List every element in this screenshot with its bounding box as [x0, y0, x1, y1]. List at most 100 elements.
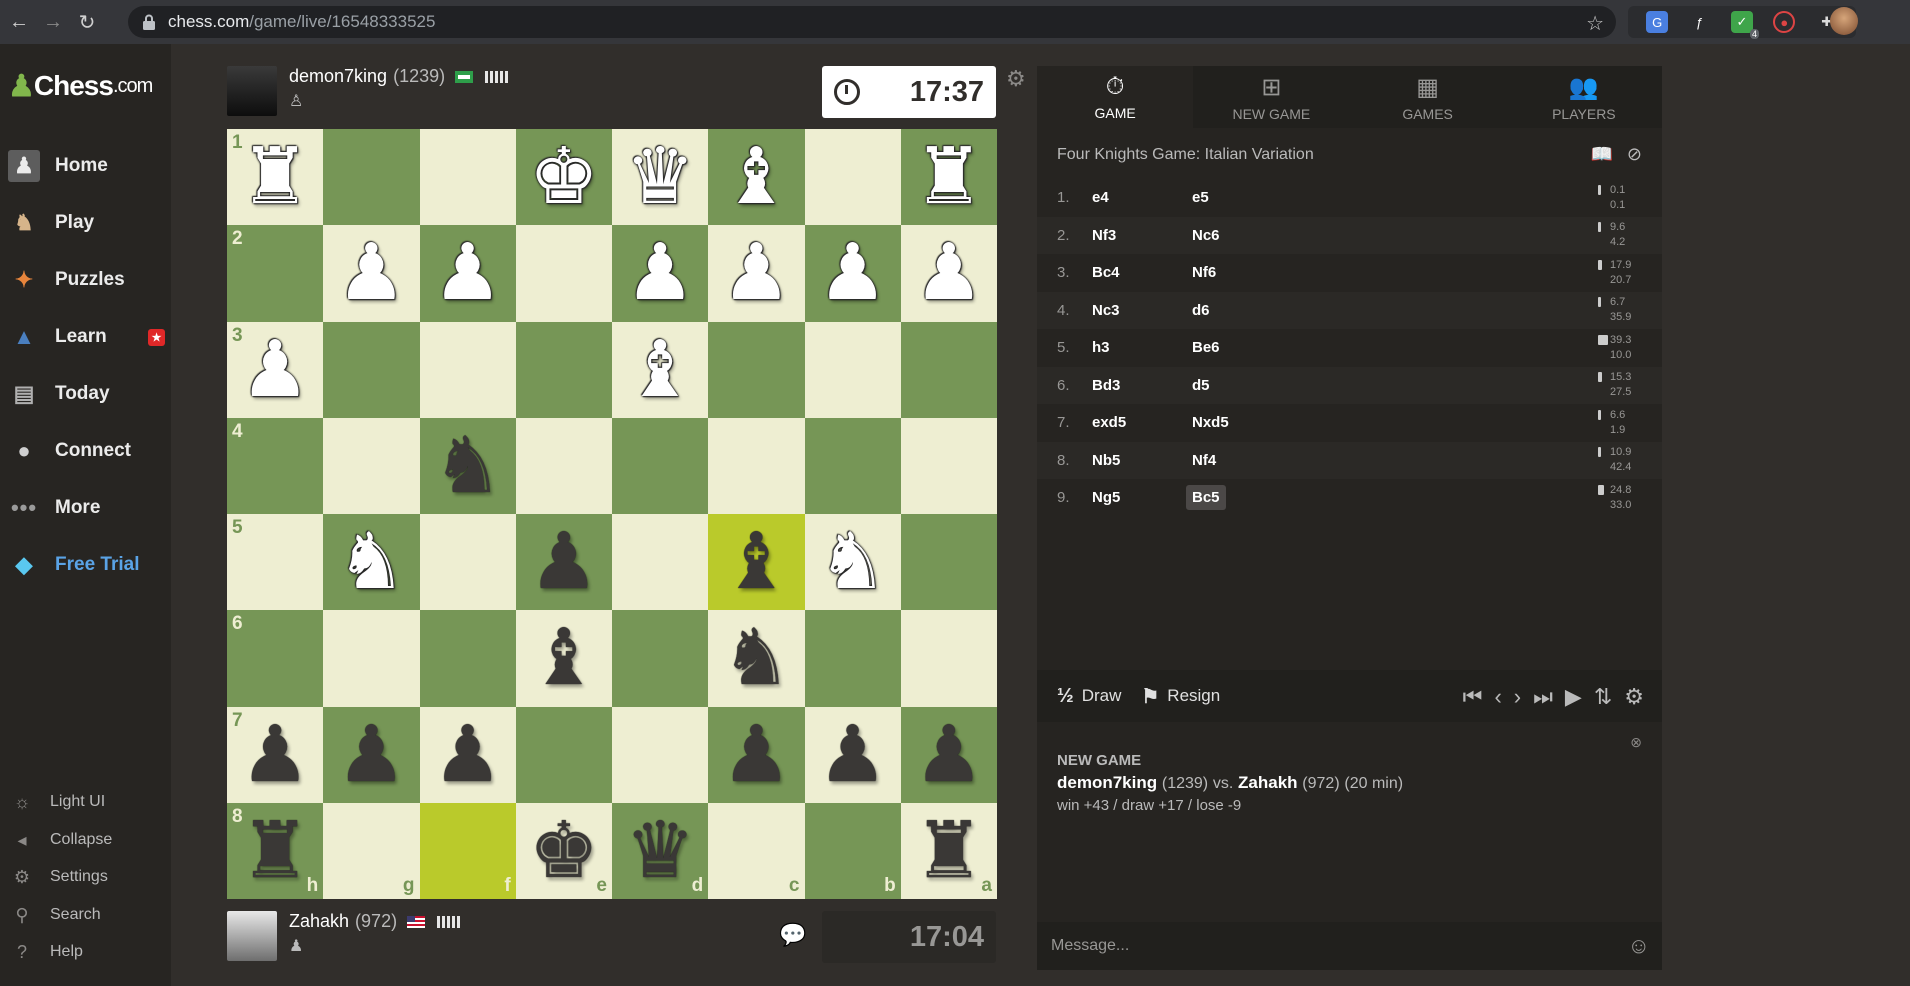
sidebar-item-today[interactable]: ▤ Today — [0, 372, 171, 416]
bottom-player-name[interactable]: Zahakh — [289, 911, 349, 932]
white-move[interactable]: e4 — [1092, 189, 1192, 206]
board-square[interactable]: ♟ — [323, 706, 420, 803]
chat-bubble-icon[interactable]: 💬 — [779, 922, 806, 948]
opening-name[interactable]: Four Knights Game: Italian Variation — [1057, 146, 1314, 164]
board-square[interactable]: ♟ — [612, 225, 709, 322]
sidebar-help[interactable]: ? Help — [0, 936, 171, 968]
board-square[interactable] — [515, 417, 612, 514]
board-square[interactable]: ♟ — [515, 514, 612, 611]
white-move[interactable]: Ng5 — [1092, 489, 1192, 506]
black-move[interactable]: d6 — [1192, 302, 1292, 319]
board-square[interactable]: f — [419, 802, 516, 899]
bottom-player-avatar[interactable] — [227, 911, 277, 961]
board-square[interactable]: ♝ — [612, 321, 709, 418]
board-square[interactable] — [515, 321, 612, 418]
board-square[interactable]: 2 — [227, 225, 324, 322]
play-icon[interactable]: ▶ — [1565, 684, 1582, 710]
last-move-icon[interactable]: ⏭ — [1533, 684, 1553, 710]
board-square[interactable] — [804, 321, 901, 418]
board-square[interactable]: 7 ♟ — [227, 706, 324, 803]
black-pawn-icon[interactable]: ♟ — [433, 716, 503, 794]
board-square[interactable] — [419, 129, 516, 226]
sidebar-item-learn[interactable]: ▲ Learn ★ — [0, 315, 171, 359]
board-square[interactable]: ♟ — [804, 706, 901, 803]
board-square[interactable] — [515, 225, 612, 322]
white-pawn-icon[interactable]: ♟ — [240, 331, 310, 409]
tab-games[interactable]: ▦ GAMES — [1350, 66, 1506, 128]
settings-gear-icon[interactable]: ⚙ — [1624, 684, 1644, 710]
first-move-icon[interactable]: ⏮ — [1463, 684, 1483, 710]
black-rook-icon[interactable]: ♜ — [914, 812, 984, 890]
board-square[interactable]: 8 h ♜ — [227, 802, 324, 899]
board-square[interactable] — [804, 610, 901, 707]
black-move[interactable]: Nf4 — [1192, 452, 1292, 469]
translate-extension-icon[interactable]: G — [1646, 11, 1669, 33]
tab-players[interactable]: 👥 PLAYERS — [1506, 66, 1662, 128]
board-square[interactable] — [419, 321, 516, 418]
black-rook-icon[interactable]: ♜ — [240, 812, 310, 890]
board-square[interactable]: ♟ — [900, 706, 997, 803]
black-move[interactable]: Nxd5 — [1192, 414, 1292, 431]
chess-com-logo[interactable]: ♟ Chess .com — [8, 66, 153, 106]
compass-icon[interactable]: ⊘ — [1627, 144, 1642, 165]
tab-game[interactable]: ⏱ GAME — [1037, 66, 1194, 128]
black-knight-icon[interactable]: ♞ — [721, 619, 791, 697]
white-pawn-icon[interactable]: ♟ — [914, 234, 984, 312]
black-pawn-icon[interactable]: ♟ — [721, 716, 791, 794]
board-square[interactable] — [323, 417, 420, 514]
board-square[interactable]: ♝ — [708, 514, 805, 611]
black-bishop-icon[interactable]: ♝ — [529, 619, 599, 697]
board-square[interactable] — [515, 706, 612, 803]
sidebar-settings[interactable]: ⚙ Settings — [0, 861, 171, 893]
board-square[interactable] — [612, 610, 709, 707]
white-rook-icon[interactable]: ♜ — [240, 138, 310, 216]
board-square[interactable] — [804, 417, 901, 514]
draw-button[interactable]: ½ Draw — [1057, 685, 1121, 708]
board-square[interactable] — [323, 610, 420, 707]
board-square[interactable]: b — [804, 802, 901, 899]
record-extension-icon[interactable]: ● — [1773, 11, 1796, 33]
board-square[interactable]: 3 ♟ — [227, 321, 324, 418]
board-square[interactable]: ♟ — [708, 225, 805, 322]
sidebar-search[interactable]: ⚲ Search — [0, 899, 171, 931]
white-rook-icon[interactable]: ♜ — [914, 138, 984, 216]
board-square[interactable]: 6 — [227, 610, 324, 707]
tab-new-game[interactable]: ⊞ NEW GAME — [1193, 66, 1349, 128]
board-square[interactable]: ♛ — [612, 129, 709, 226]
back-icon[interactable]: ← — [4, 7, 34, 37]
resign-button[interactable]: ⚑ Resign — [1141, 684, 1220, 709]
white-pawn-icon[interactable]: ♟ — [625, 234, 695, 312]
board-square[interactable]: ♟ — [323, 225, 420, 322]
sidebar-collapse[interactable]: ◂ Collapse — [0, 824, 171, 856]
board-square[interactable]: ♚ — [515, 129, 612, 226]
black-move[interactable]: Bc5 — [1186, 485, 1226, 511]
black-pawn-icon[interactable]: ♟ — [240, 716, 310, 794]
white-pawn-icon[interactable]: ♟ — [433, 234, 503, 312]
board-square[interactable]: ♟ — [900, 225, 997, 322]
black-pawn-icon[interactable]: ♟ — [529, 523, 599, 601]
board-square[interactable]: ♜ — [900, 129, 997, 226]
black-move[interactable]: Nc6 — [1192, 227, 1292, 244]
board-square[interactable]: ♟ — [804, 225, 901, 322]
board-square[interactable] — [612, 417, 709, 514]
board-square[interactable] — [708, 321, 805, 418]
board-square[interactable]: 1 ♜ — [227, 129, 324, 226]
board-square[interactable]: c — [708, 802, 805, 899]
white-pawn-icon[interactable]: ♟ — [721, 234, 791, 312]
white-king-icon[interactable]: ♚ — [529, 138, 599, 216]
board-square[interactable] — [323, 129, 420, 226]
board-square[interactable] — [900, 610, 997, 707]
black-pawn-icon[interactable]: ♟ — [914, 716, 984, 794]
black-pawn-icon[interactable]: ♟ — [336, 716, 406, 794]
address-bar[interactable]: chess.com/game/live/16548333525 ☆ — [128, 6, 1616, 38]
board-square[interactable]: a ♜ — [900, 802, 997, 899]
top-player-avatar[interactable] — [227, 66, 277, 116]
chess-board[interactable]: 1 ♜ ♚ ♛ ♝ ♜ 2 ♟ ♟ ♟ ♟ ♟ ♟ 3 ♟ ♝ 4 ♞ 5 ♞ ♟ ♝ ♞ 6 ♝ ♞ 7 ♟ ♟ ♟ ♟ ♟ ♟ 8 h ♜ g f e ♚… — [227, 129, 997, 899]
board-square[interactable]: ♞ — [419, 417, 516, 514]
next-move-icon[interactable]: › — [1514, 684, 1521, 710]
white-pawn-icon[interactable]: ♟ — [336, 234, 406, 312]
board-square[interactable] — [323, 321, 420, 418]
sidebar-item-home[interactable]: ♟ Home — [0, 144, 171, 188]
board-square[interactable]: ♞ — [323, 514, 420, 611]
board-square[interactable] — [612, 514, 709, 611]
